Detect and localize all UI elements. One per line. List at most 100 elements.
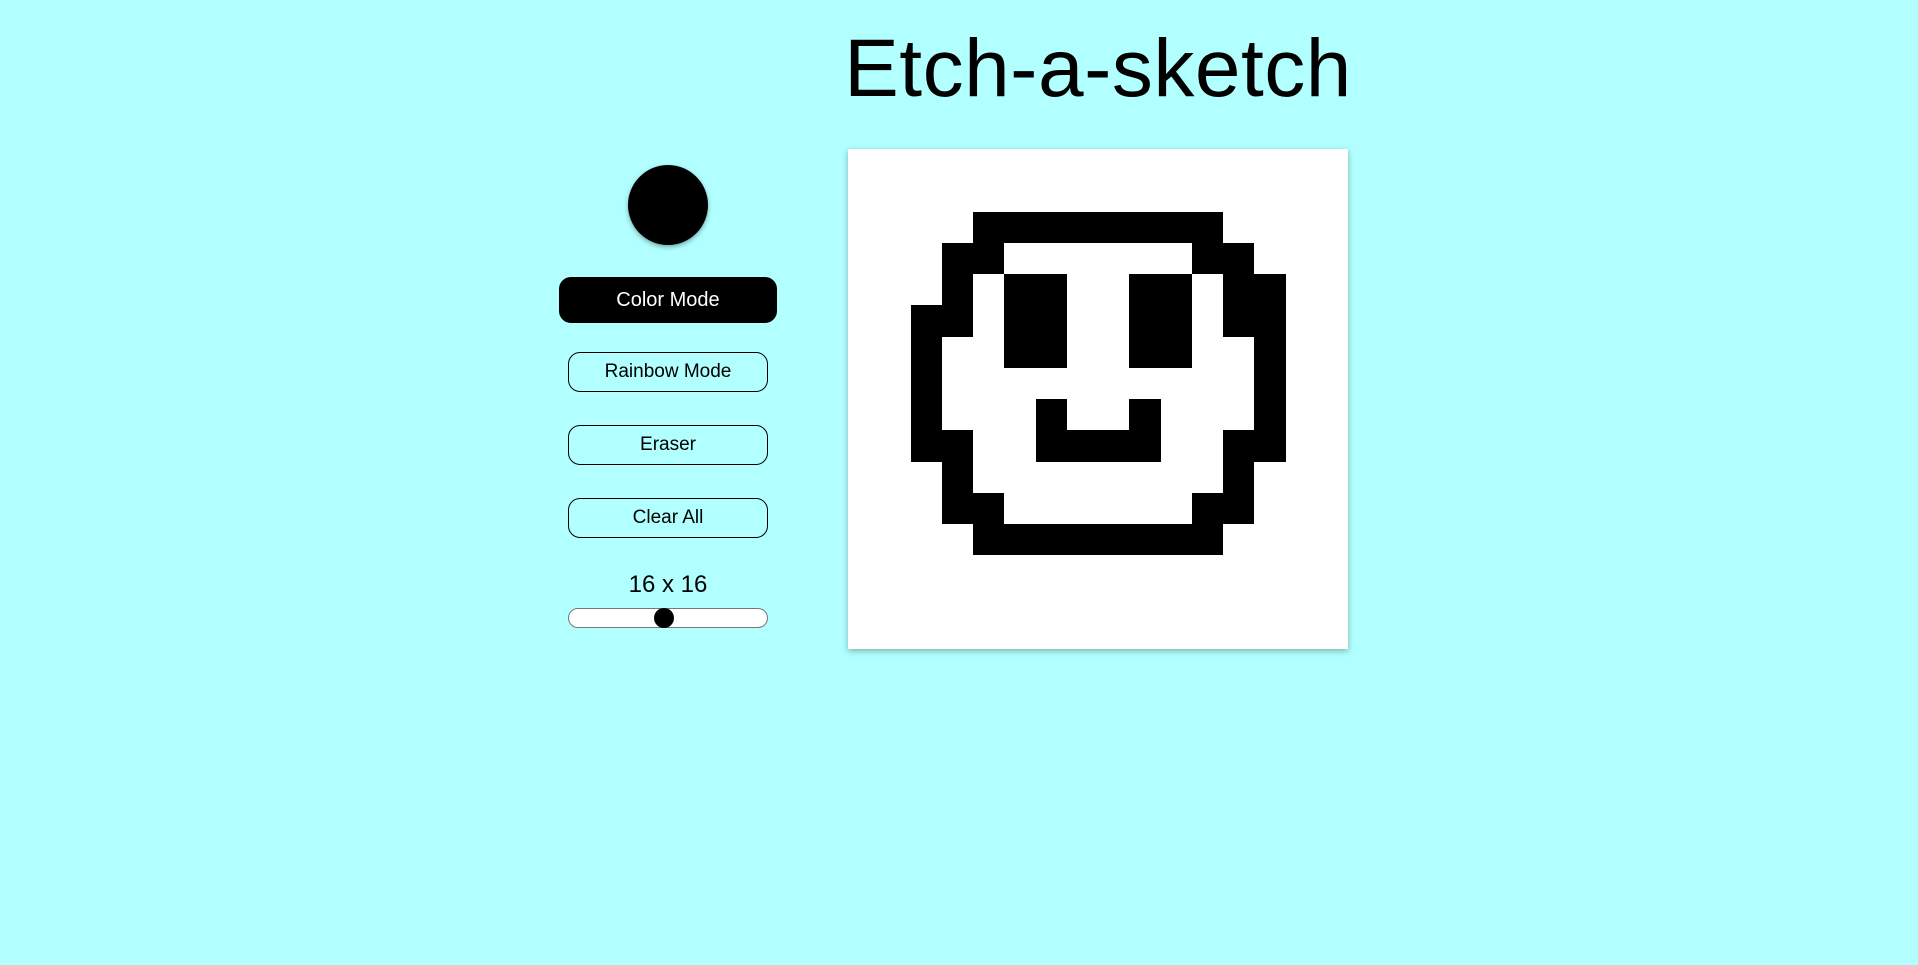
grid-cell[interactable]	[1129, 461, 1161, 493]
grid-cell[interactable]	[1035, 461, 1067, 493]
grid-cell[interactable]	[910, 555, 942, 587]
grid-cell[interactable]	[1066, 399, 1098, 431]
grid-cell[interactable]	[879, 524, 911, 556]
grid-cell[interactable]	[1098, 524, 1130, 556]
grid-cell[interactable]	[1191, 524, 1223, 556]
grid-cell[interactable]	[1191, 586, 1223, 618]
grid-cell[interactable]	[1285, 211, 1317, 243]
grid-cell[interactable]	[1254, 336, 1286, 368]
grid-cell[interactable]	[1066, 211, 1098, 243]
grid-cell[interactable]	[1098, 555, 1130, 587]
grid-cell[interactable]	[1066, 492, 1098, 524]
grid-cell[interactable]	[941, 492, 973, 524]
grid-cell[interactable]	[1223, 586, 1255, 618]
grid-cell[interactable]	[910, 211, 942, 243]
grid-cell[interactable]	[941, 180, 973, 212]
grid-cell[interactable]	[941, 149, 973, 181]
rainbow-mode-button[interactable]: Rainbow Mode	[568, 352, 768, 392]
grid-cell[interactable]	[910, 492, 942, 524]
grid-cell[interactable]	[879, 461, 911, 493]
grid-cell[interactable]	[1285, 492, 1317, 524]
grid-cell[interactable]	[1223, 461, 1255, 493]
grid-cell[interactable]	[848, 617, 880, 649]
grid-cell[interactable]	[879, 180, 911, 212]
grid-cell[interactable]	[1254, 211, 1286, 243]
grid-cell[interactable]	[879, 305, 911, 337]
grid-cell[interactable]	[941, 336, 973, 368]
grid-cell[interactable]	[1316, 211, 1348, 243]
grid-cell[interactable]	[1004, 274, 1036, 306]
grid-cell[interactable]	[1129, 617, 1161, 649]
grid-cell[interactable]	[848, 149, 880, 181]
grid-cell[interactable]	[973, 149, 1005, 181]
grid-cell[interactable]	[1035, 211, 1067, 243]
grid-cell[interactable]	[1285, 586, 1317, 618]
grid-cell[interactable]	[1035, 367, 1067, 399]
grid-cell[interactable]	[973, 461, 1005, 493]
grid-cell[interactable]	[1223, 555, 1255, 587]
grid-cell[interactable]	[1160, 274, 1192, 306]
grid-cell[interactable]	[1035, 430, 1067, 462]
grid-cell[interactable]	[1316, 305, 1348, 337]
grid-cell[interactable]	[848, 242, 880, 274]
grid-cell[interactable]	[1098, 274, 1130, 306]
grid-cell[interactable]	[879, 430, 911, 462]
grid-cell[interactable]	[1254, 586, 1286, 618]
color-mode-button[interactable]: Color Mode	[559, 277, 777, 323]
grid-cell[interactable]	[1285, 399, 1317, 431]
grid-cell[interactable]	[1098, 180, 1130, 212]
grid-cell[interactable]	[1223, 617, 1255, 649]
grid-cell[interactable]	[1285, 274, 1317, 306]
grid-cell[interactable]	[1129, 305, 1161, 337]
grid-cell[interactable]	[879, 211, 911, 243]
grid-cell[interactable]	[1004, 211, 1036, 243]
grid-cell[interactable]	[1160, 461, 1192, 493]
grid-cell[interactable]	[848, 524, 880, 556]
grid-cell[interactable]	[1004, 524, 1036, 556]
grid-cell[interactable]	[1191, 180, 1223, 212]
grid-cell[interactable]	[1285, 430, 1317, 462]
grid-cell[interactable]	[1129, 492, 1161, 524]
grid-cell[interactable]	[1035, 336, 1067, 368]
grid-cell[interactable]	[941, 305, 973, 337]
grid-cell[interactable]	[1316, 399, 1348, 431]
grid-cell[interactable]	[973, 180, 1005, 212]
grid-cell[interactable]	[973, 586, 1005, 618]
grid-cell[interactable]	[1191, 399, 1223, 431]
grid-cell[interactable]	[848, 211, 880, 243]
grid-cell[interactable]	[910, 274, 942, 306]
grid-cell[interactable]	[973, 430, 1005, 462]
grid-cell[interactable]	[848, 274, 880, 306]
grid-cell[interactable]	[973, 524, 1005, 556]
grid-cell[interactable]	[1066, 367, 1098, 399]
grid-cell[interactable]	[1129, 242, 1161, 274]
grid-cell[interactable]	[1004, 367, 1036, 399]
grid-cell[interactable]	[941, 367, 973, 399]
grid-cell[interactable]	[1035, 524, 1067, 556]
grid-cell[interactable]	[1160, 586, 1192, 618]
grid-cell[interactable]	[941, 399, 973, 431]
grid-cell[interactable]	[1035, 492, 1067, 524]
grid-cell[interactable]	[1129, 555, 1161, 587]
grid-cell[interactable]	[1066, 555, 1098, 587]
grid-cell[interactable]	[1191, 461, 1223, 493]
grid-cell[interactable]	[1098, 242, 1130, 274]
grid-cell[interactable]	[1191, 617, 1223, 649]
grid-cell[interactable]	[848, 180, 880, 212]
grid-cell[interactable]	[1129, 211, 1161, 243]
grid-cell[interactable]	[941, 430, 973, 462]
grid-cell[interactable]	[973, 367, 1005, 399]
grid-cell[interactable]	[941, 555, 973, 587]
grid-cell[interactable]	[1316, 242, 1348, 274]
grid-cell[interactable]	[1098, 617, 1130, 649]
grid-cell[interactable]	[941, 524, 973, 556]
grid-cell[interactable]	[1223, 430, 1255, 462]
grid-cell[interactable]	[1223, 367, 1255, 399]
grid-cell[interactable]	[1316, 430, 1348, 462]
grid-cell[interactable]	[1316, 586, 1348, 618]
grid-cell[interactable]	[973, 555, 1005, 587]
grid-cell[interactable]	[1160, 399, 1192, 431]
grid-cell[interactable]	[1191, 430, 1223, 462]
grid-cell[interactable]	[1004, 492, 1036, 524]
grid-cell[interactable]	[1285, 336, 1317, 368]
